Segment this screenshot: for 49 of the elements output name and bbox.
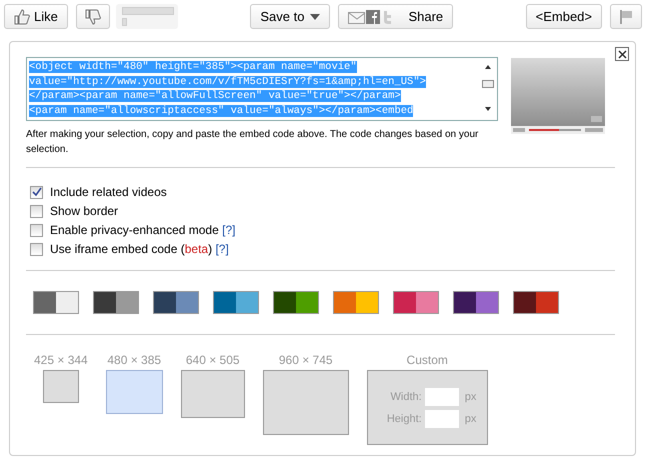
color-swatch[interactable]	[33, 291, 79, 314]
color-swatch[interactable]	[213, 291, 259, 314]
dislike-button[interactable]	[76, 4, 110, 29]
option-label: Enable privacy-enhanced mode [?]	[50, 222, 236, 238]
height-field[interactable]	[424, 410, 459, 428]
unit-label: px	[464, 412, 476, 424]
width-field[interactable]	[424, 388, 459, 406]
field-label: Width:	[390, 390, 422, 402]
size-label: Custom	[406, 353, 448, 367]
color-swatch[interactable]	[513, 291, 559, 314]
embed-button[interactable]: <Embed>	[526, 4, 602, 29]
color-swatch[interactable]	[333, 291, 379, 314]
checkbox[interactable]	[30, 224, 43, 236]
help-link[interactable]: [?]	[222, 223, 236, 237]
checkbox[interactable]	[30, 242, 43, 256]
save-to-button[interactable]: Save to	[250, 4, 330, 29]
option-label: Use iframe embed code (beta) [?]	[50, 241, 229, 257]
size-option[interactable]	[106, 370, 163, 414]
share-button[interactable]: Share	[338, 4, 454, 29]
thumbs-down-icon	[84, 8, 101, 24]
unit-label: px	[464, 390, 476, 402]
like-button[interactable]: Like	[4, 4, 68, 29]
help-link[interactable]: [?]	[215, 242, 229, 256]
size-option[interactable]	[42, 370, 79, 403]
option-label: Show border	[50, 203, 118, 219]
size-label: 425 × 344	[34, 353, 88, 367]
caret-icon	[310, 14, 320, 20]
color-swatch[interactable]	[453, 291, 499, 314]
field-label: Height:	[386, 412, 422, 424]
size-option[interactable]	[180, 370, 245, 418]
embed-code-field[interactable]	[26, 57, 498, 121]
color-swatch[interactable]	[273, 291, 319, 314]
instruction-text: After making your selection, copy and paste the embed code above. The code changes based on your selection.	[26, 128, 480, 157]
checkbox[interactable]	[30, 186, 43, 198]
size-label: 480 × 385	[107, 353, 162, 367]
color-swatch[interactable]	[153, 291, 199, 314]
size-option[interactable]	[262, 370, 349, 435]
option-label: Include related videos	[50, 184, 167, 200]
close-button[interactable]	[615, 47, 629, 61]
close-icon	[618, 50, 626, 58]
flag-button[interactable]	[610, 4, 642, 29]
color-swatch[interactable]	[93, 291, 139, 314]
size-label: 640 × 505	[186, 353, 240, 367]
ratings-bar	[116, 4, 178, 29]
thumbs-up-icon	[14, 8, 30, 24]
flag-icon	[619, 9, 633, 24]
size-label: 960 × 745	[278, 353, 333, 367]
color-swatch[interactable]	[393, 291, 439, 314]
checkbox[interactable]	[30, 204, 43, 218]
